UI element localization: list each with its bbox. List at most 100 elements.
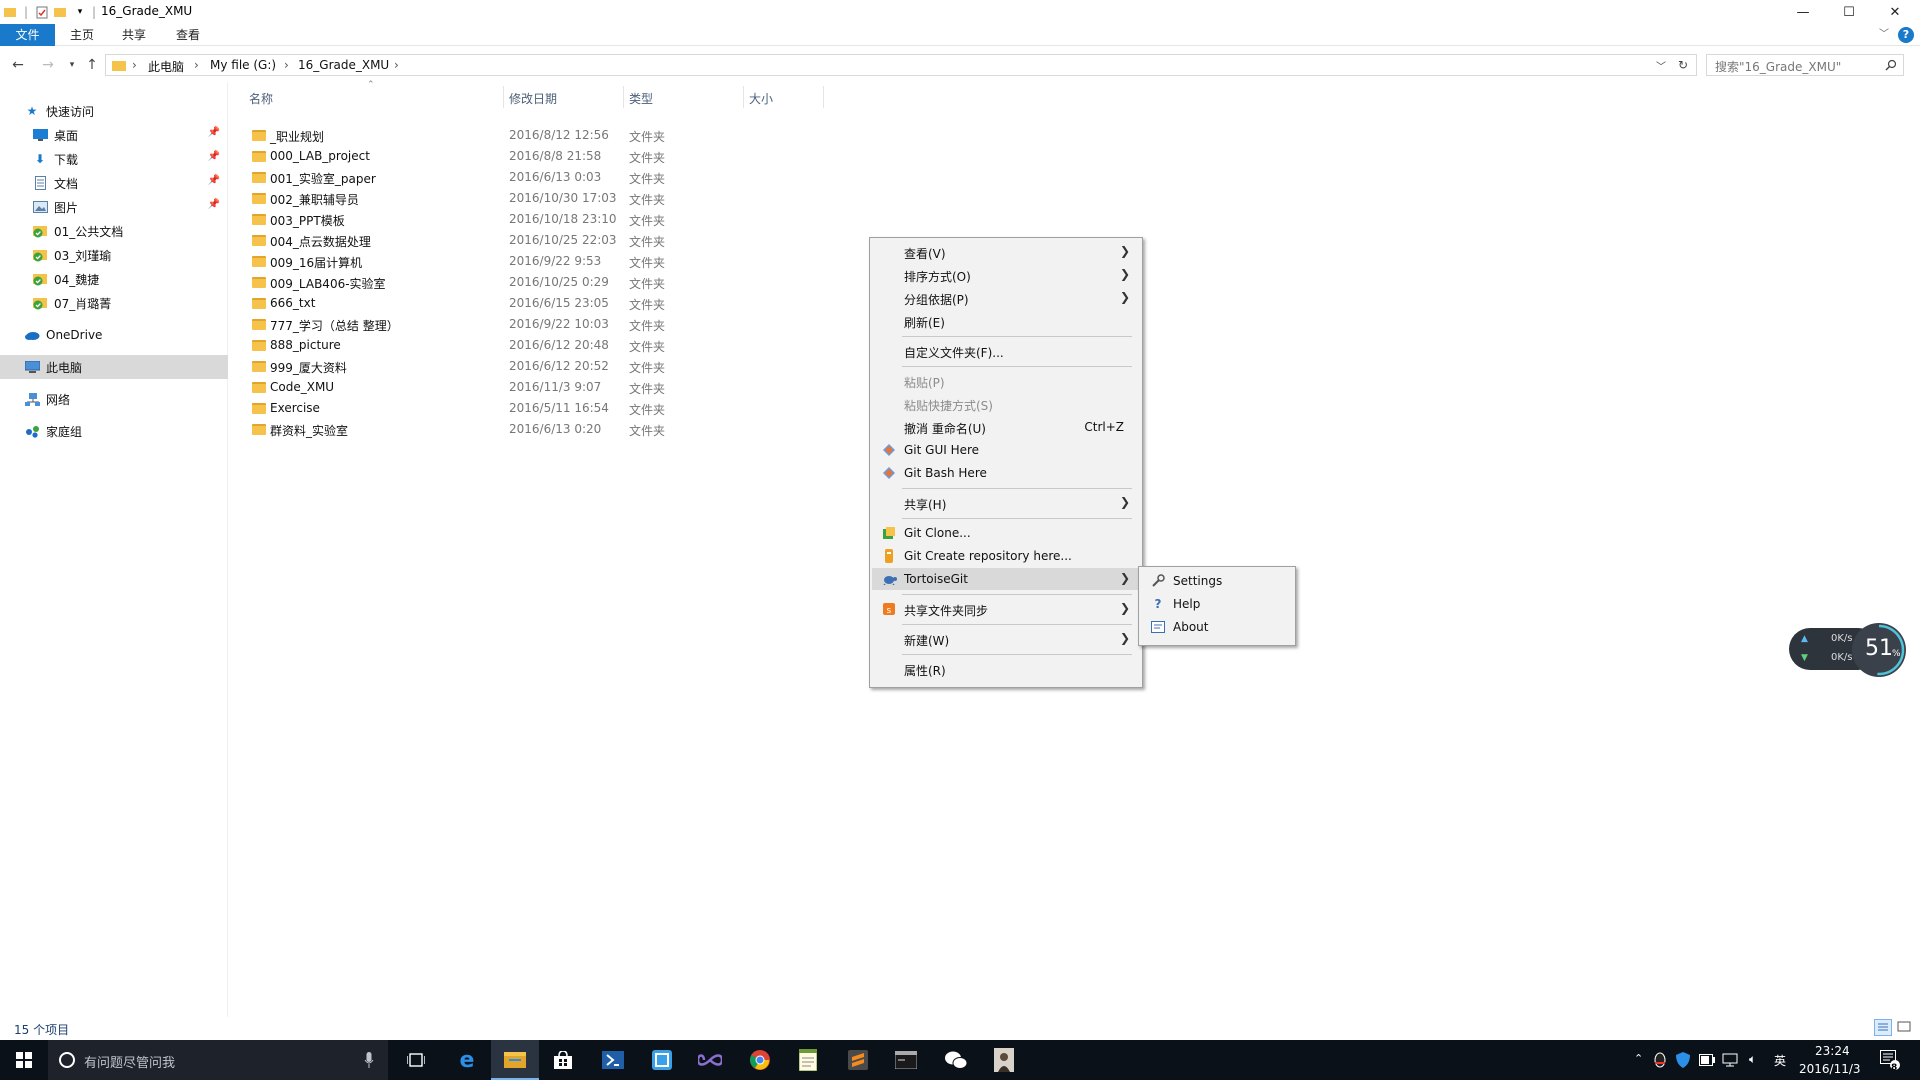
file-row[interactable]: 000_LAB_project 2016/8/8 21:58 文件夹 [249, 147, 669, 168]
start-button[interactable] [0, 1040, 48, 1080]
help-icon[interactable]: ? [1898, 27, 1914, 43]
nav-recent-folder-4[interactable]: 07_肖璐菁 [0, 291, 228, 315]
file-row[interactable]: 群资料_实验室 2016/6/13 0:20 文件夹 [249, 420, 669, 441]
tab-view[interactable]: 查看 [166, 24, 210, 46]
file-row[interactable]: 666_txt 2016/6/15 23:05 文件夹 [249, 294, 669, 315]
submenu-item-help[interactable]: ? Help [1141, 593, 1293, 615]
address-dropdown-icon[interactable]: ﹀ [1656, 58, 1666, 73]
menu-item-properties[interactable]: 属性(R) [872, 658, 1140, 680]
file-row[interactable]: Exercise 2016/5/11 16:54 文件夹 [249, 399, 669, 420]
column-header-type[interactable]: 类型 [629, 90, 653, 107]
clock-time[interactable]: 23:24 [1815, 1044, 1850, 1058]
search-input[interactable]: 搜索"16_Grade_XMU" [1706, 54, 1904, 76]
taskbar-powershell[interactable] [589, 1040, 637, 1080]
tab-share[interactable]: 共享 [112, 24, 156, 46]
submenu-item-settings[interactable]: Settings [1141, 570, 1293, 592]
recent-locations-icon[interactable]: ▾ [62, 56, 82, 74]
menu-item-group[interactable]: 分组依据(P) ❯ [872, 287, 1140, 309]
large-icons-view-icon[interactable] [1896, 1019, 1914, 1036]
taskbar-chrome[interactable] [736, 1040, 784, 1080]
minimize-button[interactable]: — [1780, 0, 1826, 24]
network-speed-widget[interactable]: ▲ 0K/s ▼ 0K/s 51 % [1789, 622, 1907, 677]
taskbar-visual-studio[interactable] [686, 1040, 734, 1080]
column-divider[interactable] [823, 86, 824, 108]
breadcrumb-current-folder[interactable]: 16_Grade_XMU [298, 58, 389, 72]
nav-network[interactable]: 网络 [0, 387, 228, 411]
nav-onedrive[interactable]: OneDrive [0, 323, 228, 347]
taskbar-photo[interactable] [980, 1040, 1028, 1080]
menu-item-customize[interactable]: 自定义文件夹(F)... [872, 340, 1140, 362]
input-method-indicator[interactable]: 英 [1774, 1052, 1786, 1069]
file-row[interactable]: Code_XMU 2016/11/3 9:07 文件夹 [249, 378, 669, 399]
menu-item-git-create-repo[interactable]: Git Create repository here... [872, 545, 1140, 567]
clock-date[interactable]: 2016/11/3 [1799, 1062, 1861, 1076]
file-row[interactable]: 001_实验室_paper 2016/6/13 0:03 文件夹 [249, 168, 669, 189]
taskbar-store[interactable] [539, 1040, 587, 1080]
address-bar[interactable]: › 此电脑 › My file (G:) › 16_Grade_XMU › ﹀ … [105, 54, 1697, 76]
file-row[interactable]: 777_学习（总结 整理） 2016/9/22 10:03 文件夹 [249, 315, 669, 336]
column-divider[interactable] [503, 86, 504, 108]
taskbar-wechat[interactable] [932, 1040, 980, 1080]
nav-desktop[interactable]: 桌面 📌 [0, 123, 228, 147]
column-divider[interactable] [743, 86, 744, 108]
menu-item-git-bash[interactable]: Git Bash Here [872, 462, 1140, 484]
file-row[interactable]: 009_LAB406-实验室 2016/10/25 0:29 文件夹 [249, 273, 669, 294]
tab-file[interactable]: 文件 [0, 24, 55, 46]
new-folder-quick-icon[interactable] [52, 3, 68, 21]
taskbar-notepad[interactable] [784, 1040, 832, 1080]
maximize-button[interactable]: ☐ [1826, 0, 1872, 24]
submenu-item-about[interactable]: About [1141, 616, 1293, 638]
menu-item-folder-sync[interactable]: s 共享文件夹同步 ❯ [872, 598, 1140, 620]
up-icon[interactable]: ↑ [82, 56, 102, 74]
taskbar-edge[interactable]: e [443, 1040, 491, 1080]
menu-item-new[interactable]: 新建(W) ❯ [872, 628, 1140, 650]
taskbar-app[interactable] [638, 1040, 686, 1080]
file-row[interactable]: _职业规划 2016/8/12 12:56 文件夹 [249, 126, 669, 147]
forward-icon[interactable]: → [38, 56, 58, 74]
column-header-size[interactable]: 大小 [749, 90, 773, 107]
taskbar-file-explorer[interactable] [491, 1040, 539, 1080]
menu-item-git-clone[interactable]: Git Clone... [872, 522, 1140, 544]
nav-quick-access[interactable]: ★ 快速访问 [0, 99, 228, 123]
nav-homegroup[interactable]: 家庭组 [0, 419, 228, 443]
menu-item-undo-rename[interactable]: 撤消 重命名(U) Ctrl+Z [872, 416, 1140, 438]
tray-expand-icon[interactable]: ⌃ [1634, 1052, 1643, 1065]
menu-item-sort[interactable]: 排序方式(O) ❯ [872, 264, 1140, 286]
microphone-icon[interactable] [364, 1052, 374, 1068]
nav-downloads[interactable]: ⬇ 下载 📌 [0, 147, 228, 171]
nav-this-pc[interactable]: 此电脑 [0, 355, 228, 379]
breadcrumb-drive-g[interactable]: My file (G:) [210, 58, 276, 72]
menu-item-view[interactable]: 查看(V) ❯ [872, 241, 1140, 263]
taskbar-terminal[interactable] [882, 1040, 930, 1080]
taskbar-search-box[interactable]: 有问题尽管问我 [48, 1040, 388, 1080]
menu-item-share[interactable]: 共享(H) ❯ [872, 492, 1140, 514]
file-row[interactable]: 888_picture 2016/6/12 20:48 文件夹 [249, 336, 669, 357]
menu-item-refresh[interactable]: 刷新(E) [872, 310, 1140, 332]
file-row[interactable]: 999_厦大资料 2016/6/12 20:52 文件夹 [249, 357, 669, 378]
nav-recent-public-docs[interactable]: 01_公共文档 [0, 219, 228, 243]
ribbon-expand-icon[interactable]: ﹀ [1874, 24, 1894, 46]
file-row[interactable]: 002_兼职辅导员 2016/10/30 17:03 文件夹 [249, 189, 669, 210]
close-button[interactable]: ✕ [1872, 0, 1918, 24]
menu-item-git-gui[interactable]: Git GUI Here [872, 439, 1140, 461]
nav-recent-folder-2[interactable]: 03_刘瑾瑜 [0, 243, 228, 267]
menu-item-tortoisegit[interactable]: TortoiseGit ❯ [872, 568, 1140, 590]
back-icon[interactable]: ← [8, 56, 28, 74]
task-view-button[interactable] [392, 1040, 440, 1080]
refresh-icon[interactable]: ↻ [1678, 58, 1688, 72]
file-row[interactable]: 003_PPT模板 2016/10/18 23:10 文件夹 [249, 210, 669, 231]
properties-quick-icon[interactable] [34, 3, 50, 21]
taskbar-sublime[interactable] [834, 1040, 882, 1080]
nav-recent-folder-3[interactable]: 04_魏捷 [0, 267, 228, 291]
column-divider[interactable] [623, 86, 624, 108]
battery-icon[interactable] [1699, 1054, 1715, 1066]
tab-home[interactable]: 主页 [60, 24, 104, 46]
breadcrumb-this-pc[interactable]: 此电脑 [148, 58, 184, 75]
nav-documents[interactable]: 文档 📌 [0, 171, 228, 195]
qq-tray-icon[interactable] [1653, 1052, 1667, 1068]
network-tray-icon[interactable] [1722, 1053, 1738, 1067]
file-row[interactable]: 009_16届计算机 2016/9/22 9:53 文件夹 [249, 252, 669, 273]
security-shield-icon[interactable] [1676, 1052, 1690, 1068]
nav-pictures[interactable]: 图片 📌 [0, 195, 228, 219]
column-header-name[interactable]: 名称 [249, 90, 273, 107]
